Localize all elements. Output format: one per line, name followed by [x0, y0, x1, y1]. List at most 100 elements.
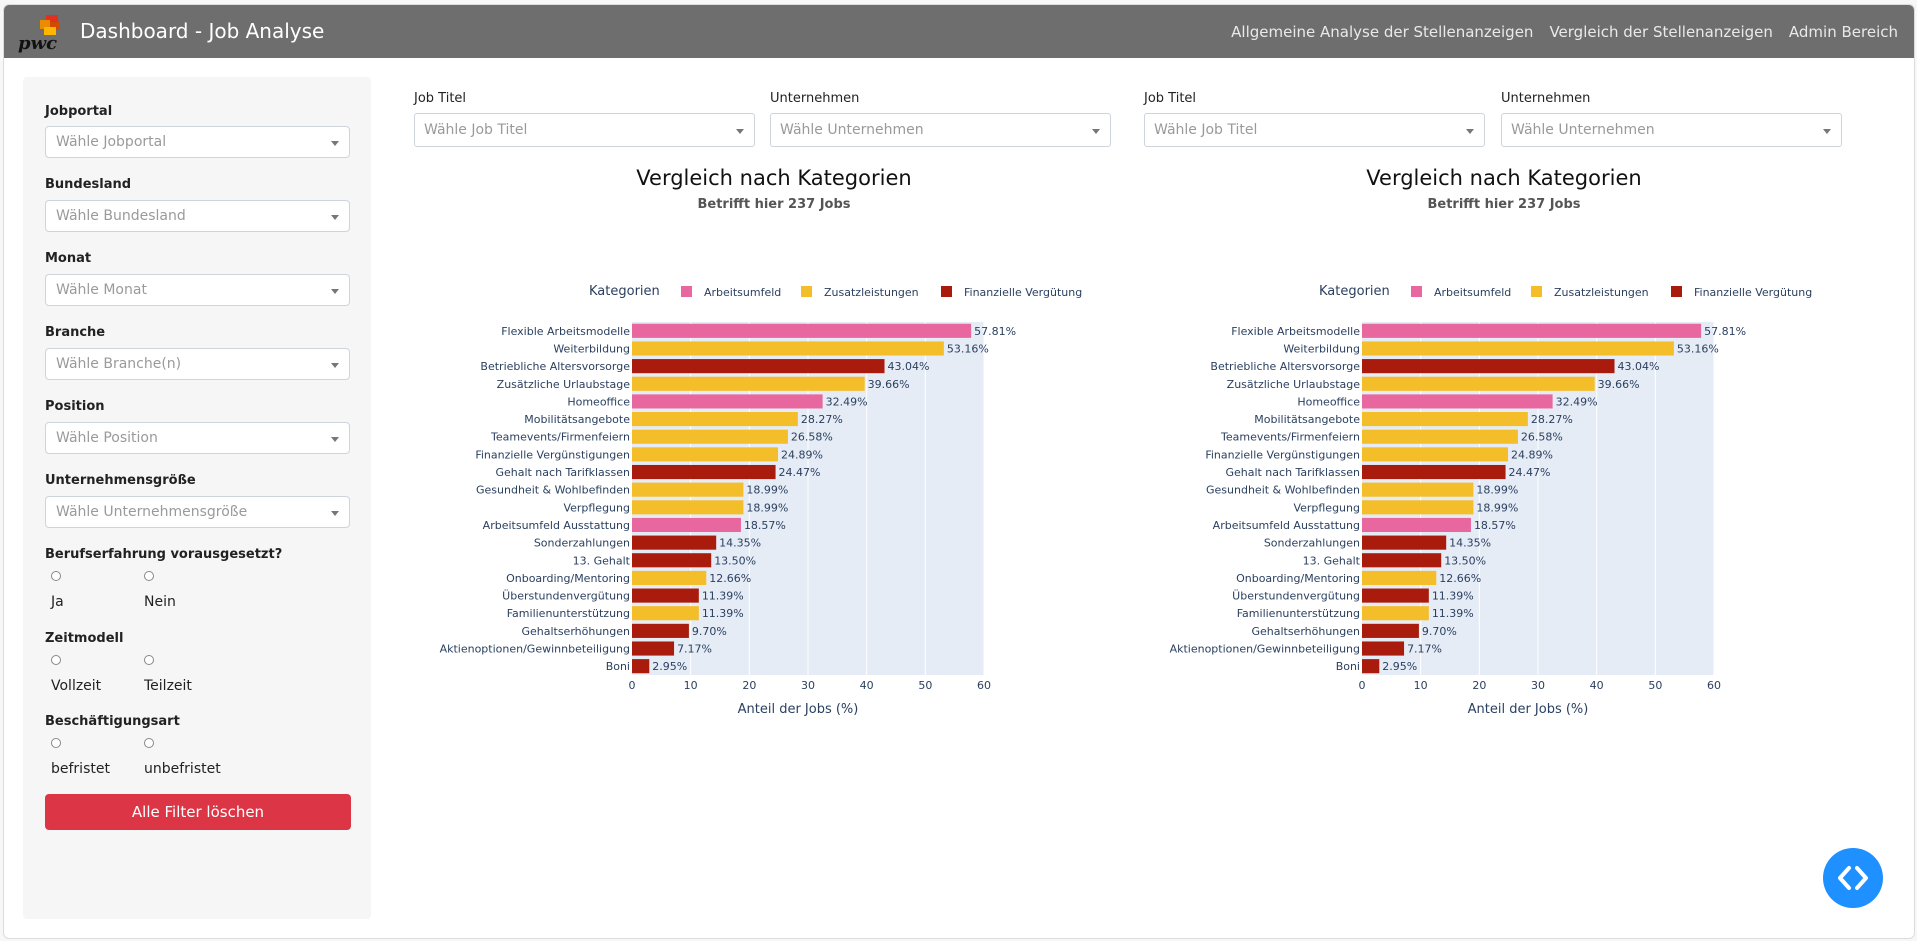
bar-value-label: 2.95%: [652, 660, 687, 673]
monat-dropdown[interactable]: Wähle Monat: [45, 274, 350, 306]
chevron-down-icon: [1092, 129, 1100, 134]
company-dropdown-right[interactable]: Wähle Unternehmen: [1501, 113, 1842, 147]
radio-unbefristet[interactable]: [144, 738, 154, 748]
bar-value-label: 11.39%: [1432, 590, 1474, 603]
company-dropdown-left[interactable]: Wähle Unternehmen: [770, 113, 1111, 147]
radio-befristet[interactable]: [51, 738, 61, 748]
x-tick-label: 30: [1531, 679, 1545, 692]
bar-weiterbildung: [1362, 341, 1674, 356]
job-title-placeholder-left: Wähle Job Titel: [424, 122, 528, 138]
bundesland-dropdown[interactable]: Wähle Bundesland: [45, 200, 350, 232]
y-tick-label: Betriebliche Altersvorsorge: [1210, 360, 1360, 373]
radio-ja[interactable]: [51, 571, 61, 581]
y-tick-label: Onboarding/Mentoring: [1236, 572, 1360, 585]
bar-finanzielle-vergunstigungen: [1362, 447, 1509, 462]
chevron-down-icon: [331, 437, 339, 442]
y-tick-label: 13. Gehalt: [573, 554, 631, 567]
radio-label-unbefristet: unbefristet: [144, 761, 221, 777]
chart-subtitle: Betrifft hier 237 Jobs: [697, 197, 850, 212]
position-placeholder: Wähle Position: [56, 430, 158, 446]
radio-nein[interactable]: [144, 571, 154, 581]
bar-boni: [1362, 659, 1380, 674]
x-tick-label: 0: [629, 679, 636, 692]
x-tick-label: 20: [1472, 679, 1486, 692]
x-tick-label: 10: [684, 679, 698, 692]
radio-label-teilzeit: Teilzeit: [144, 678, 192, 694]
radio-label-nein: Nein: [144, 594, 176, 610]
y-tick-label: Familienunterstützung: [1237, 607, 1360, 620]
y-tick-label: Gesundheit & Wohlbefinden: [1206, 484, 1360, 497]
y-tick-label: Boni: [1336, 660, 1360, 673]
y-tick-label: Arbeitsumfeld Ausstattung: [1213, 519, 1360, 532]
nav-link-vergleich[interactable]: Vergleich der Stellenanzeigen: [1549, 23, 1772, 41]
x-tick-label: 60: [977, 679, 991, 692]
branche-dropdown[interactable]: Wähle Branche(n): [45, 348, 350, 380]
legend-label-finanzielle-vergutung: Finanzielle Vergütung: [964, 286, 1082, 299]
radio-label-befristet: befristet: [51, 761, 110, 777]
x-tick-label: 50: [1648, 679, 1662, 692]
bar-gesundheit-wohlbefinden: [1362, 482, 1474, 497]
chevron-down-icon: [1466, 129, 1474, 134]
chevron-down-icon: [331, 289, 339, 294]
unternehmensgroesse-placeholder: Wähle Unternehmensgröße: [56, 504, 248, 520]
job-title-dropdown-right[interactable]: Wähle Job Titel: [1144, 113, 1485, 147]
radio-group-label-zeitmodell: Zeitmodell: [45, 631, 124, 646]
bar-value-label: 24.47%: [1509, 466, 1551, 479]
x-tick-label: 60: [1707, 679, 1721, 692]
bar-aktienoptionen-gewinnbeteiligung: [632, 641, 675, 656]
bar-mobilitatsangebote: [632, 412, 798, 427]
radio-teilzeit[interactable]: [144, 655, 154, 665]
bar-homeoffice: [1362, 394, 1553, 409]
y-tick-label: Arbeitsumfeld Ausstattung: [483, 519, 630, 532]
y-tick-label: Teamevents/Firmenfeiern: [1220, 431, 1360, 444]
bar-value-label: 32.49%: [826, 395, 868, 408]
bar-familienunterstutzung: [632, 606, 699, 621]
bar-mobilitatsangebote: [1362, 412, 1528, 427]
legend-swatch-zusatzleistungen: [1531, 286, 1542, 297]
nav-link-admin[interactable]: Admin Bereich: [1789, 23, 1898, 41]
y-tick-label: Homeoffice: [1297, 395, 1360, 408]
chevron-down-icon: [736, 129, 744, 134]
y-tick-label: Weiterbildung: [553, 342, 630, 355]
bar-value-label: 18.99%: [746, 484, 788, 497]
radio-vollzeit[interactable]: [51, 655, 61, 665]
y-tick-label: Betriebliche Altersvorsorge: [480, 360, 630, 373]
jobportal-dropdown[interactable]: Wähle Jobportal: [45, 126, 350, 158]
pwc-logo[interactable]: pwc: [12, 13, 72, 53]
nav-link-allgemeine-analyse[interactable]: Allgemeine Analyse der Stellenanzeigen: [1231, 23, 1533, 41]
bar-value-label: 53.16%: [947, 342, 989, 355]
top-nav: Allgemeine Analyse der Stellenanzeigen V…: [1231, 23, 1898, 41]
code-toggle-button[interactable]: [1823, 848, 1883, 908]
bar-value-label: 7.17%: [1407, 643, 1442, 656]
y-tick-label: Verpflegung: [1293, 501, 1360, 514]
filter-label-monat: Monat: [45, 251, 92, 266]
radio-group-label-berufserfahrung: Berufserfahrung vorausgesetzt?: [45, 547, 283, 562]
bar-value-label: 13.50%: [1444, 554, 1486, 567]
legend-label-arbeitsumfeld: Arbeitsumfeld: [704, 286, 781, 299]
bar-uberstundenvergutung: [632, 588, 699, 603]
app-frame: pwc Dashboard - Job Analyse Allgemeine A…: [3, 4, 1915, 939]
bar-value-label: 43.04%: [888, 360, 930, 373]
bar-value-label: 28.27%: [801, 413, 843, 426]
bar-value-label: 14.35%: [719, 537, 761, 550]
unternehmensgroesse-dropdown[interactable]: Wähle Unternehmensgröße: [45, 496, 350, 528]
bar-finanzielle-vergunstigungen: [632, 447, 779, 462]
filter-label-unternehmensgroesse: Unternehmensgröße: [45, 473, 196, 488]
bar-arbeitsumfeld-ausstattung: [632, 517, 741, 533]
clear-filters-button[interactable]: Alle Filter löschen: [45, 794, 351, 830]
bar-weiterbildung: [632, 341, 944, 356]
bar-gehaltserhohungen: [632, 623, 689, 638]
chevron-down-icon: [331, 215, 339, 220]
y-tick-label: Gesundheit & Wohlbefinden: [476, 484, 630, 497]
job-title-dropdown-left[interactable]: Wähle Job Titel: [414, 113, 755, 147]
x-tick-label: 40: [860, 679, 874, 692]
app-title: Dashboard - Job Analyse: [80, 19, 325, 43]
position-dropdown[interactable]: Wähle Position: [45, 422, 350, 454]
chevron-down-icon: [331, 141, 339, 146]
y-tick-label: Familienunterstützung: [507, 607, 630, 620]
bar-value-label: 53.16%: [1677, 342, 1719, 355]
y-tick-label: Flexible Arbeitsmodelle: [1231, 325, 1360, 338]
y-tick-label: Boni: [606, 660, 630, 673]
bar-13-gehalt: [1362, 553, 1442, 568]
bar-value-label: 9.70%: [692, 625, 727, 638]
